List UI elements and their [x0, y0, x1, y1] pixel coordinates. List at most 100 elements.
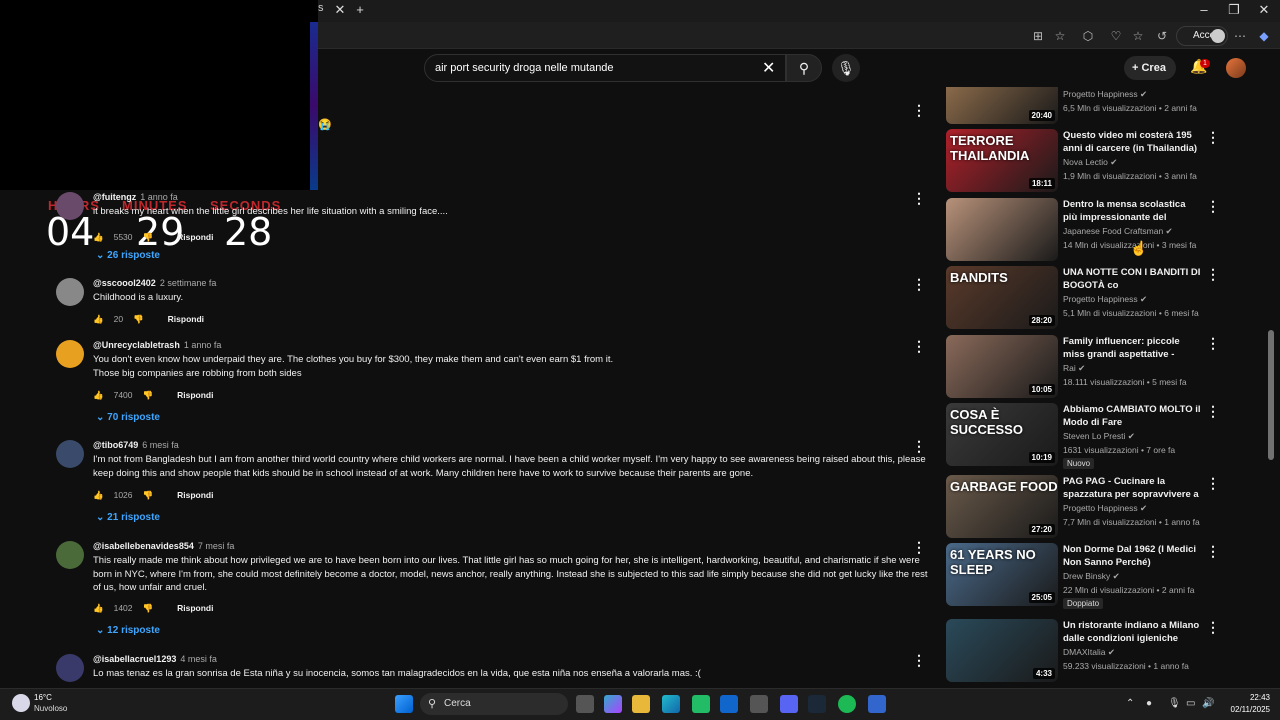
video-title[interactable]: Non Dorme Dal 1962 (I Medici Non Sanno P… — [1063, 543, 1201, 569]
video-thumbnail[interactable]: GARBAGE FOOD 27:20 — [946, 475, 1058, 538]
close-tab-icon[interactable]: ✕ — [330, 2, 350, 18]
like-icon[interactable]: 👍 — [93, 490, 104, 501]
video-item-menu-icon[interactable]: ⋮ — [1206, 619, 1220, 636]
video-item-menu-icon[interactable]: ⋮ — [1206, 475, 1220, 492]
video-item[interactable]: 20:40 Progetto Happiness ✔ 6,5 Mln di visu… — [946, 87, 1246, 124]
dislike-icon[interactable]: 👎 — [143, 390, 154, 401]
view-replies-button[interactable]: ⌄ 26 risposte — [96, 250, 160, 261]
video-title[interactable]: Un ristorante indiano a Milano dalle con… — [1063, 619, 1201, 646]
more-options-icon[interactable]: ⋯ — [1232, 28, 1248, 44]
video-thumbnail[interactable]: 20:40 — [946, 87, 1058, 124]
video-thumbnail[interactable]: COSA È SUCCESSO 10:19 — [946, 403, 1058, 466]
video-channel[interactable]: Progetto Happiness ✔ — [1063, 294, 1147, 305]
tray-app-icon[interactable]: ● — [1146, 698, 1152, 709]
video-channel[interactable]: Steven Lo Presti ✔ — [1063, 431, 1135, 442]
video-title[interactable]: PAG PAG - Cucinare la spazzatura per sop… — [1063, 475, 1201, 502]
voice-search-button[interactable]: 🎙 — [832, 54, 860, 82]
video-item[interactable]: 10:05 Family influencer: piccole miss gra… — [946, 335, 1246, 399]
commenter-handle[interactable]: @sscoool2402 2 settimane fa — [93, 278, 216, 288]
commenter-avatar[interactable] — [56, 340, 84, 368]
video-thumbnail[interactable]: 10:05 — [946, 335, 1058, 398]
store-icon[interactable] — [692, 695, 710, 713]
video-menu-icon[interactable]: ⋮ — [912, 102, 926, 119]
scrollbar[interactable] — [1268, 330, 1274, 460]
app-available-icon[interactable]: ⊞ — [1030, 28, 1046, 44]
favorite-star-icon[interactable]: ☆ — [1052, 28, 1068, 44]
like-icon[interactable]: 👍 — [93, 314, 104, 325]
like-icon[interactable]: 👍 — [93, 232, 104, 243]
video-item[interactable]: 4:33 Un ristorante indiano a Milano dalle… — [946, 619, 1246, 683]
video-item-menu-icon[interactable]: ⋮ — [1206, 403, 1220, 420]
minimize-icon[interactable]: – — [1194, 2, 1214, 17]
view-replies-button[interactable]: ⌄ 12 risposte — [96, 625, 160, 636]
steam-icon[interactable] — [808, 695, 826, 713]
login-button[interactable]: Accedi — [1176, 26, 1228, 46]
video-item[interactable]: COSA È SUCCESSO 10:19 Abbiamo CAMBIATO MOL… — [946, 403, 1246, 469]
video-thumbnail[interactable] — [946, 198, 1058, 261]
view-replies-button[interactable]: ⌄ 70 risposte — [96, 412, 160, 423]
copilot-taskbar-icon[interactable] — [604, 695, 622, 713]
start-icon[interactable] — [395, 695, 413, 713]
video-item[interactable]: Dentro la mensa scolastica più impressio… — [946, 198, 1246, 262]
history-icon[interactable]: ↺ — [1154, 28, 1170, 44]
reply-button[interactable]: Rispondi — [177, 490, 213, 500]
video-title[interactable]: Questo video mi costerà 195 anni di carc… — [1063, 129, 1201, 155]
video-thumbnail[interactable]: 61 YEARS NO SLEEP 25:05 — [946, 543, 1058, 606]
commenter-handle[interactable]: @fuitengz 1 anno fa — [93, 192, 178, 202]
close-window-icon[interactable]: ✕ — [1254, 2, 1274, 18]
commenter-handle[interactable]: @tibo6749 6 mesi fa — [93, 440, 179, 450]
video-channel[interactable]: Drew Binsky ✔ — [1063, 571, 1120, 582]
commenter-handle[interactable]: @isabellacruel1293 4 mesi fa — [93, 654, 217, 664]
video-channel[interactable]: DMAXItalia ✔ — [1063, 647, 1115, 658]
comment-menu-icon[interactable]: ⋮ — [912, 338, 926, 355]
copilot-icon[interactable]: ◆ — [1256, 28, 1272, 44]
clear-search-icon[interactable]: ✕ — [762, 58, 775, 78]
dislike-icon[interactable]: 👎 — [143, 232, 154, 243]
comment-menu-icon[interactable]: ⋮ — [912, 276, 926, 293]
tray-chevron-icon[interactable]: ⌃ — [1126, 698, 1134, 709]
video-channel[interactable]: Progetto Happiness ✔ — [1063, 503, 1147, 514]
taskbar-search[interactable]: Cerca — [420, 693, 568, 715]
video-item[interactable]: TERRORE THAILANDIA 18:11 Questo video mi c… — [946, 129, 1246, 193]
like-icon[interactable]: 👍 — [93, 603, 104, 614]
reply-button[interactable]: Rispondi — [177, 603, 213, 613]
maximize-icon[interactable]: ❐ — [1224, 2, 1244, 18]
browser-essentials-icon[interactable]: ♡ — [1108, 28, 1124, 44]
search-button[interactable]: ⚲ — [786, 54, 822, 82]
discord-icon[interactable] — [780, 695, 798, 713]
user-avatar[interactable] — [1226, 58, 1246, 78]
favorites-icon[interactable]: ☆ — [1130, 28, 1146, 44]
commenter-handle[interactable]: @isabellebenavides854 7 mesi fa — [93, 541, 234, 551]
reply-button[interactable]: Rispondi — [168, 314, 204, 324]
video-item-menu-icon[interactable]: ⋮ — [1206, 129, 1220, 146]
reply-button[interactable]: Rispondi — [177, 232, 213, 242]
extensions-icon[interactable]: ⬡ — [1080, 28, 1096, 44]
commenter-avatar[interactable] — [56, 654, 84, 682]
video-channel[interactable]: Nova Lectio ✔ — [1063, 157, 1117, 168]
task-view-icon[interactable] — [576, 695, 594, 713]
spotify-icon[interactable] — [838, 695, 856, 713]
clock-date[interactable]: 02/11/2025 — [1222, 705, 1270, 714]
video-thumbnail[interactable]: TERRORE THAILANDIA 18:11 — [946, 129, 1058, 192]
new-tab-icon[interactable]: + — [350, 2, 370, 17]
dislike-icon[interactable]: 👎 — [143, 603, 154, 614]
edge-icon[interactable] — [662, 695, 680, 713]
video-item-menu-icon[interactable]: ⋮ — [1206, 198, 1220, 215]
commenter-handle[interactable]: @Unrecyclabletrash 1 anno fa — [93, 340, 221, 350]
network-icon[interactable]: ▭ — [1186, 698, 1195, 709]
video-item[interactable]: 61 YEARS NO SLEEP 25:05 Non Dorme Dal 1962… — [946, 543, 1246, 609]
commenter-avatar[interactable] — [56, 440, 84, 468]
file-explorer-icon[interactable] — [632, 695, 650, 713]
snipping-tool-icon[interactable] — [750, 695, 768, 713]
like-icon[interactable]: 👍 — [93, 390, 104, 401]
video-title[interactable]: UNA NOTTE CON I BANDITI DI BOGOTÀ co — [1063, 266, 1201, 292]
video-channel[interactable]: Rai ✔ — [1063, 363, 1085, 374]
video-item-menu-icon[interactable]: ⋮ — [1206, 335, 1220, 352]
video-channel[interactable]: Japanese Food Craftsman ✔ — [1063, 226, 1173, 237]
video-channel[interactable]: Progetto Happiness ✔ — [1063, 89, 1147, 100]
comment-menu-icon[interactable]: ⋮ — [912, 539, 926, 556]
commenter-avatar[interactable] — [56, 192, 84, 220]
microphone-tray-icon[interactable]: 🎙 — [1168, 698, 1181, 709]
comment-menu-icon[interactable]: ⋮ — [912, 438, 926, 455]
mail-icon[interactable] — [720, 695, 738, 713]
